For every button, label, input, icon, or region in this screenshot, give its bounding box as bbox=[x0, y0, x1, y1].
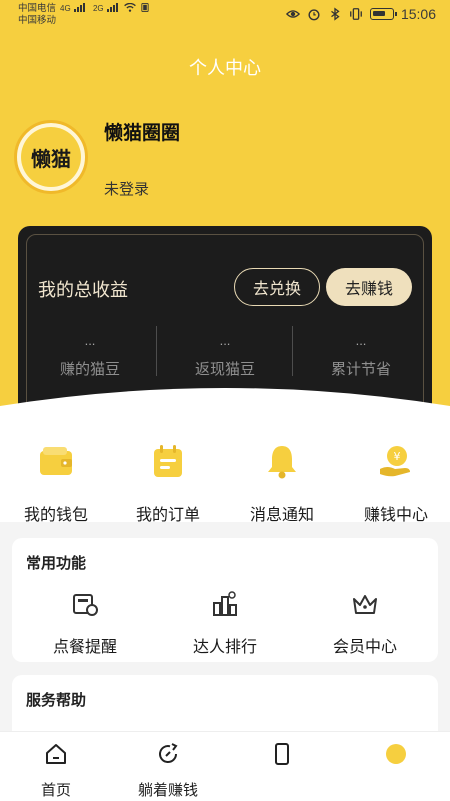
quick-item-label: 我的钱包 bbox=[23, 507, 88, 524]
func-label: 会员中心 bbox=[332, 639, 397, 656]
earn-money-button[interactable]: 去赚钱 bbox=[326, 268, 412, 306]
tab-lie-earn[interactable]: 躺着赚钱 bbox=[112, 742, 224, 800]
tab-third[interactable] bbox=[226, 742, 338, 771]
meal-reminder-icon bbox=[73, 594, 98, 616]
stat-total-savings[interactable]: ... 累计节省 bbox=[295, 333, 427, 379]
status-bar: 中国电信 4G 2G 中国移动 15:06 bbox=[0, 0, 450, 32]
tab-profile[interactable] bbox=[340, 742, 450, 771]
avatar-logo: 懒猫 bbox=[21, 127, 81, 187]
section-title: 常用功能 bbox=[26, 555, 87, 572]
stat-label: 累计节省 bbox=[330, 361, 391, 378]
carrier-info: 中国电信 4G 2G 中国移动 bbox=[18, 3, 149, 27]
login-status[interactable]: 未登录 bbox=[104, 178, 149, 199]
stat-cashback-beans[interactable]: ... 返现猫豆 bbox=[159, 333, 291, 379]
svg-text:¥: ¥ bbox=[394, 450, 401, 463]
tab-label: 躺着赚钱 bbox=[137, 782, 198, 799]
network-type-1: 4G bbox=[60, 4, 71, 13]
func-label: 达人排行 bbox=[192, 639, 257, 656]
quick-item-label: 赚钱中心 bbox=[363, 507, 428, 524]
bell-icon bbox=[268, 446, 296, 479]
alarm-icon bbox=[308, 9, 320, 21]
quick-item-wallet[interactable]: 我的钱包 bbox=[0, 442, 112, 525]
stat-value: ... bbox=[84, 333, 96, 348]
stat-earned-beans[interactable]: ... 赚的猫豆 bbox=[24, 333, 156, 379]
carrier-1: 中国电信 bbox=[18, 3, 57, 14]
earnings-title: 我的总收益 bbox=[38, 280, 128, 300]
wallet-icon bbox=[40, 447, 72, 475]
func-ranking[interactable]: 达人排行 bbox=[155, 590, 295, 657]
avatar[interactable]: 懒猫 bbox=[14, 120, 88, 194]
ranking-icon bbox=[213, 591, 237, 616]
tab-home[interactable]: 首页 bbox=[0, 742, 112, 800]
quick-item-orders[interactable]: 我的订单 bbox=[112, 442, 224, 525]
wifi-icon bbox=[124, 3, 136, 12]
stat-label: 赚的猫豆 bbox=[59, 361, 120, 378]
username[interactable]: 懒猫圈圈 bbox=[104, 118, 180, 145]
notification-icon bbox=[140, 3, 149, 12]
page-title: 个人中心 bbox=[189, 58, 261, 78]
stat-value: ... bbox=[219, 333, 231, 348]
bluetooth-icon bbox=[331, 7, 340, 21]
signal-icon bbox=[74, 3, 86, 12]
earn-tab-icon bbox=[159, 743, 178, 763]
quick-item-earn-center[interactable]: ¥ 赚钱中心 bbox=[340, 442, 450, 525]
order-icon bbox=[154, 445, 182, 477]
crown-icon bbox=[353, 595, 377, 614]
quick-item-label: 我的订单 bbox=[135, 507, 200, 524]
quick-item-label: 消息通知 bbox=[249, 507, 314, 524]
quick-actions: 我的钱包 我的订单 消息通知 ¥ 赚钱中心 bbox=[0, 430, 450, 525]
clock: 15:06 bbox=[400, 6, 436, 22]
vibrate-icon bbox=[350, 8, 362, 20]
common-functions-card: 常用功能 点餐提醒 达人排行 会员中心 bbox=[12, 538, 438, 662]
battery-icon bbox=[369, 8, 397, 20]
home-icon bbox=[46, 744, 66, 764]
phone-icon bbox=[275, 743, 289, 765]
exchange-button[interactable]: 去兑换 bbox=[234, 268, 320, 306]
stat-divider bbox=[292, 326, 293, 376]
network-type-2: 2G bbox=[92, 4, 104, 13]
section-title: 服务帮助 bbox=[26, 692, 87, 709]
quick-item-notifications[interactable]: 消息通知 bbox=[226, 442, 338, 525]
func-label: 点餐提醒 bbox=[52, 639, 117, 656]
stat-divider bbox=[156, 326, 157, 376]
stat-label: 返现猫豆 bbox=[194, 361, 255, 378]
stat-value: ... bbox=[355, 333, 367, 348]
bottom-tab-bar: 首页 躺着赚钱 bbox=[0, 731, 450, 801]
carrier-2: 中国移动 bbox=[18, 15, 57, 26]
tab-label: 首页 bbox=[40, 782, 71, 799]
func-meal-reminder[interactable]: 点餐提醒 bbox=[15, 590, 155, 657]
earn-center-icon: ¥ bbox=[380, 446, 410, 477]
eye-icon bbox=[285, 10, 300, 18]
profile-tab-icon bbox=[386, 744, 406, 764]
signal-icon bbox=[107, 3, 119, 12]
func-member-center[interactable]: 会员中心 bbox=[295, 590, 435, 657]
